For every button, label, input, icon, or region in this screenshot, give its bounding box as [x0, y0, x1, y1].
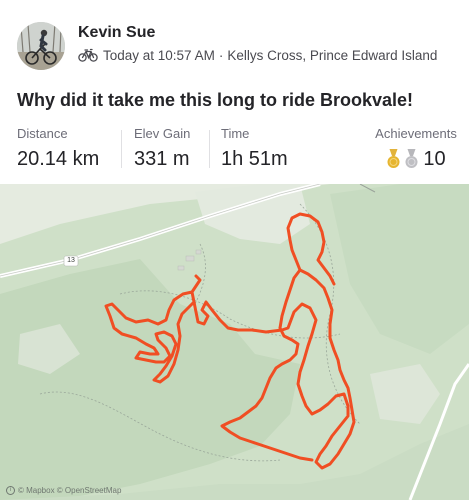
avatar[interactable]	[17, 22, 65, 70]
stat-achievements-label: Achievements	[375, 126, 457, 141]
stat-distance-value: 20.14 km	[17, 148, 100, 170]
stat-distance: Distance 20.14 km	[17, 126, 99, 174]
map-attribution[interactable]: i © Mapbox © OpenStreetMap	[6, 486, 121, 495]
stat-elev-gain: Elev Gain 331 m	[134, 126, 190, 174]
stat-divider	[121, 130, 122, 168]
stat-elev-gain-label: Elev Gain	[134, 126, 191, 141]
stat-time-value: 1h 51m	[221, 148, 288, 170]
achievements-row: 10	[373, 147, 459, 171]
meta-separator: ·	[218, 47, 224, 63]
stat-divider	[209, 130, 210, 168]
info-icon[interactable]: i	[6, 486, 15, 495]
map-attribution-text: © Mapbox © OpenStreetMap	[18, 486, 122, 495]
stat-achievements[interactable]: Achievements 10	[373, 126, 459, 174]
stat-elev-gain-value: 331 m	[134, 148, 190, 170]
bike-icon	[78, 48, 98, 62]
gold-medal-icon	[387, 149, 400, 168]
activity-header: Kevin Sue Today at 10:57 AM · Kellys Cro…	[0, 0, 469, 80]
avatar-photo	[17, 22, 65, 70]
activity-timestamp: Today at 10:57 AM	[103, 47, 215, 63]
activity-stats: Distance 20.14 km Elev Gain 331 m Time 1…	[17, 126, 457, 174]
stat-distance-label: Distance	[17, 126, 68, 141]
stat-time: Time 1h 51m	[221, 126, 288, 174]
athlete-name[interactable]: Kevin Sue	[78, 24, 155, 42]
route-map[interactable]: 13 i © Mapbox © OpenStreetMap	[0, 184, 469, 500]
activity-title[interactable]: Why did it take me this long to ride Bro…	[17, 90, 413, 111]
activity-location: Kellys Cross, Prince Edward Island	[227, 47, 438, 63]
road-shield-label: 13	[67, 257, 75, 264]
achievements-count: 10	[423, 147, 446, 170]
map-canvas	[0, 184, 469, 500]
activity-meta: Today at 10:57 AM · Kellys Cross, Prince…	[78, 46, 437, 64]
stat-time-label: Time	[221, 126, 250, 141]
silver-medal-icon	[405, 149, 418, 168]
